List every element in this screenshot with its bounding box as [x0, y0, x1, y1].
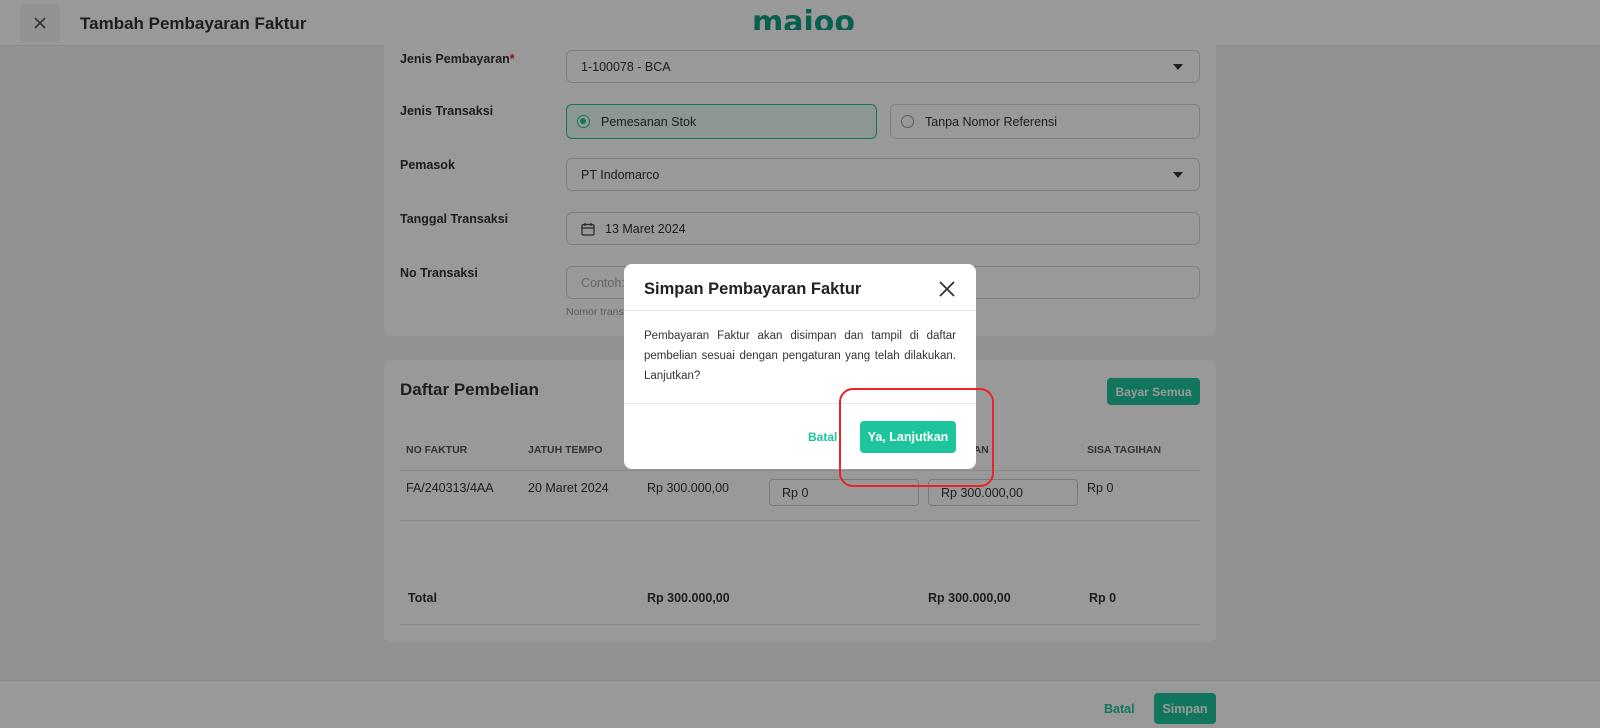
- dialog-divider: [624, 310, 976, 311]
- highlight-annotation: [839, 388, 994, 487]
- close-icon[interactable]: [936, 278, 958, 300]
- dialog-cancel-button[interactable]: Batal: [808, 430, 837, 444]
- dialog-message: Pembayaran Faktur akan disimpan dan tamp…: [644, 330, 956, 382]
- dialog-title: Simpan Pembayaran Faktur: [644, 280, 862, 298]
